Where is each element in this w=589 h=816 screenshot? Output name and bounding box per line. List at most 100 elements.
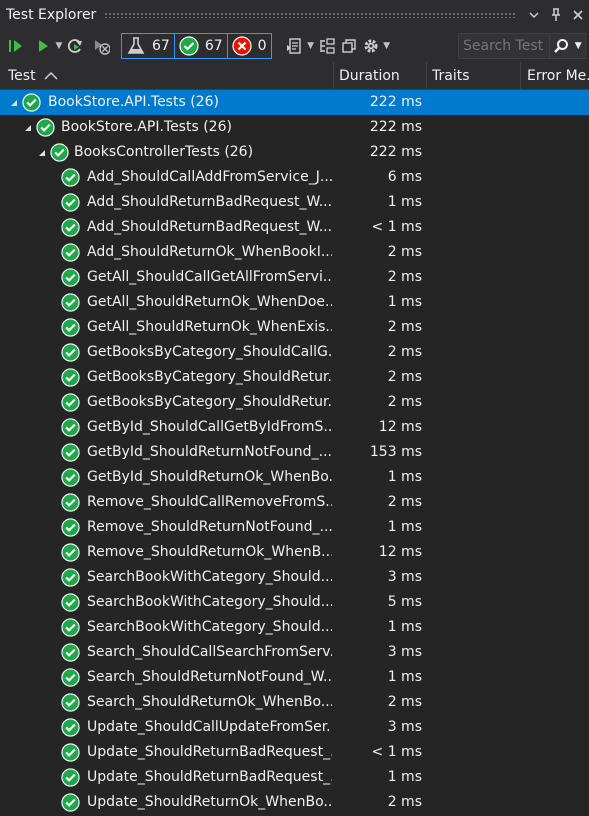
passed-icon bbox=[61, 293, 80, 312]
total-tests-filter[interactable]: 67 bbox=[121, 33, 175, 59]
expand-collapse-icon[interactable] bbox=[36, 140, 48, 165]
column-test[interactable]: Test bbox=[8, 62, 328, 90]
test-duration: 12 ms bbox=[378, 544, 422, 560]
test-name: SearchBookWithCategory_Should... bbox=[87, 619, 332, 635]
dropdown-arrow-icon[interactable] bbox=[523, 4, 545, 26]
test-row[interactable]: Add_ShouldReturnBadRequest_W... < 1 ms bbox=[0, 215, 589, 240]
close-icon[interactable] bbox=[567, 4, 589, 26]
test-duration: 3 ms bbox=[387, 569, 422, 585]
repeat-run-icon[interactable] bbox=[64, 34, 86, 58]
expand-collapse-icon[interactable] bbox=[8, 90, 20, 115]
pin-icon[interactable] bbox=[545, 4, 567, 26]
column-resize-handle[interactable] bbox=[520, 62, 521, 90]
playlist-icon[interactable] bbox=[284, 34, 306, 58]
test-row[interactable]: Add_ShouldCallAddFromService_J... 6 ms bbox=[0, 165, 589, 190]
copy-icon[interactable] bbox=[338, 34, 360, 58]
test-duration: 222 ms bbox=[369, 119, 422, 135]
tree-group-row[interactable]: BookStore.API.Tests (26) 222 ms bbox=[0, 90, 589, 115]
test-row[interactable]: Remove_ShouldCallRemoveFromS... 2 ms bbox=[0, 490, 589, 515]
test-name: Remove_ShouldReturnOk_WhenB... bbox=[87, 544, 332, 560]
failed-tests-filter[interactable]: 0 bbox=[226, 33, 272, 59]
test-duration: 1 ms bbox=[387, 294, 422, 310]
expand-collapse-icon[interactable] bbox=[22, 115, 34, 140]
test-name: GetBooksByCategory_ShouldRetur... bbox=[87, 394, 332, 410]
test-row[interactable]: Search_ShouldReturnNotFound_W... 1 ms bbox=[0, 665, 589, 690]
test-duration: 2 ms bbox=[387, 319, 422, 335]
test-row[interactable]: GetAll_ShouldReturnOk_WhenDoe... 1 ms bbox=[0, 290, 589, 315]
test-row[interactable]: GetBooksByCategory_ShouldCallG... 2 ms bbox=[0, 340, 589, 365]
test-name: GetById_ShouldReturnOk_WhenBo... bbox=[87, 469, 332, 485]
test-row[interactable]: Update_ShouldReturnOk_WhenBo... 2 ms bbox=[0, 790, 589, 815]
test-row[interactable]: SearchBookWithCategory_Should... 5 ms bbox=[0, 590, 589, 615]
drag-grip[interactable] bbox=[104, 12, 515, 18]
test-row[interactable]: Update_ShouldReturnBadRequest_... < 1 ms bbox=[0, 740, 589, 765]
test-row[interactable]: GetBooksByCategory_ShouldRetur... 2 ms bbox=[0, 390, 589, 415]
test-duration: 2 ms bbox=[387, 269, 422, 285]
passed-tests-filter[interactable]: 67 bbox=[173, 33, 228, 59]
passed-icon bbox=[61, 418, 80, 437]
passed-icon bbox=[61, 243, 80, 262]
test-duration: 1 ms bbox=[387, 194, 422, 210]
group-by-icon[interactable] bbox=[316, 34, 338, 58]
test-duration: 222 ms bbox=[369, 94, 422, 110]
test-row[interactable]: GetById_ShouldReturnOk_WhenBo... 1 ms bbox=[0, 465, 589, 490]
column-duration[interactable]: Duration bbox=[339, 62, 423, 90]
test-row[interactable]: Remove_ShouldReturnNotFound_... 1 ms bbox=[0, 515, 589, 540]
test-name: Remove_ShouldCallRemoveFromS... bbox=[87, 494, 332, 510]
passed-icon bbox=[61, 768, 80, 787]
tree-group-row[interactable]: BookStore.API.Tests (26) 222 ms bbox=[0, 115, 589, 140]
gear-icon[interactable] bbox=[360, 34, 382, 58]
search-box[interactable]: ▼ bbox=[458, 33, 586, 59]
passed-icon bbox=[61, 543, 80, 562]
passed-icon bbox=[61, 268, 80, 287]
test-duration: 2 ms bbox=[387, 694, 422, 710]
tree-group-row[interactable]: BooksControllerTests (26) 222 ms bbox=[0, 140, 589, 165]
test-row[interactable]: GetAll_ShouldCallGetAllFromServi... 2 ms bbox=[0, 265, 589, 290]
run-icon[interactable] bbox=[32, 34, 54, 58]
test-row[interactable]: Search_ShouldCallSearchFromServ... 3 ms bbox=[0, 640, 589, 665]
settings-dropdown-icon[interactable]: ▼ bbox=[382, 34, 392, 58]
column-resize-handle[interactable] bbox=[333, 62, 334, 90]
test-row[interactable]: Add_ShouldReturnBadRequest_W... 1 ms bbox=[0, 190, 589, 215]
cancel-run-icon[interactable] bbox=[90, 34, 112, 58]
column-resize-handle[interactable] bbox=[426, 62, 427, 90]
test-duration: 1 ms bbox=[387, 669, 422, 685]
test-name: Add_ShouldCallAddFromService_J... bbox=[87, 169, 332, 185]
test-tree: BookStore.API.Tests (26) 222 ms BookStore.… bbox=[0, 90, 589, 815]
passed-icon bbox=[61, 443, 80, 462]
test-row[interactable]: Update_ShouldCallUpdateFromSer... 3 ms bbox=[0, 715, 589, 740]
test-row[interactable]: Add_ShouldReturnOk_WhenBookI... 2 ms bbox=[0, 240, 589, 265]
test-row[interactable]: Update_ShouldReturnBadRequest_... 1 ms bbox=[0, 765, 589, 790]
test-row[interactable]: GetById_ShouldReturnNotFound_... 153 ms bbox=[0, 440, 589, 465]
test-duration: 1 ms bbox=[387, 619, 422, 635]
failed-count: 0 bbox=[257, 38, 267, 54]
test-row[interactable]: SearchBookWithCategory_Should... 3 ms bbox=[0, 565, 589, 590]
column-duration-label: Duration bbox=[339, 68, 400, 84]
test-row[interactable]: GetById_ShouldCallGetByIdFromS... 12 ms bbox=[0, 415, 589, 440]
passed-icon bbox=[61, 643, 80, 662]
column-header: Test Duration Traits Error Me... bbox=[0, 62, 589, 90]
playlist-dropdown-icon[interactable]: ▼ bbox=[306, 34, 316, 58]
test-name: Add_ShouldReturnOk_WhenBookI... bbox=[87, 244, 332, 260]
test-row[interactable]: Remove_ShouldReturnOk_WhenB... 12 ms bbox=[0, 540, 589, 565]
run-all-icon[interactable] bbox=[6, 34, 28, 58]
test-row[interactable]: Search_ShouldReturnOk_WhenBo... 2 ms bbox=[0, 690, 589, 715]
column-error-message[interactable]: Error Me... bbox=[527, 62, 589, 90]
search-input[interactable] bbox=[459, 37, 549, 55]
passed-icon bbox=[61, 168, 80, 187]
test-name: Remove_ShouldReturnNotFound_... bbox=[87, 519, 332, 535]
search-icon[interactable] bbox=[549, 34, 571, 58]
test-duration: 3 ms bbox=[387, 719, 422, 735]
run-dropdown-icon[interactable]: ▼ bbox=[54, 34, 64, 58]
column-error-message-label: Error Me... bbox=[527, 68, 589, 84]
passed-icon bbox=[61, 518, 80, 537]
passed-icon bbox=[61, 743, 80, 762]
column-traits[interactable]: Traits bbox=[432, 62, 516, 90]
test-row[interactable]: SearchBookWithCategory_Should... 1 ms bbox=[0, 615, 589, 640]
test-row[interactable]: GetAll_ShouldReturnOk_WhenExis... 2 ms bbox=[0, 315, 589, 340]
test-row[interactable]: GetBooksByCategory_ShouldRetur... 2 ms bbox=[0, 365, 589, 390]
test-duration: < 1 ms bbox=[371, 219, 422, 235]
search-options-dropdown-icon[interactable]: ▼ bbox=[571, 41, 585, 51]
test-duration: 1 ms bbox=[387, 469, 422, 485]
test-duration: 1 ms bbox=[387, 519, 422, 535]
